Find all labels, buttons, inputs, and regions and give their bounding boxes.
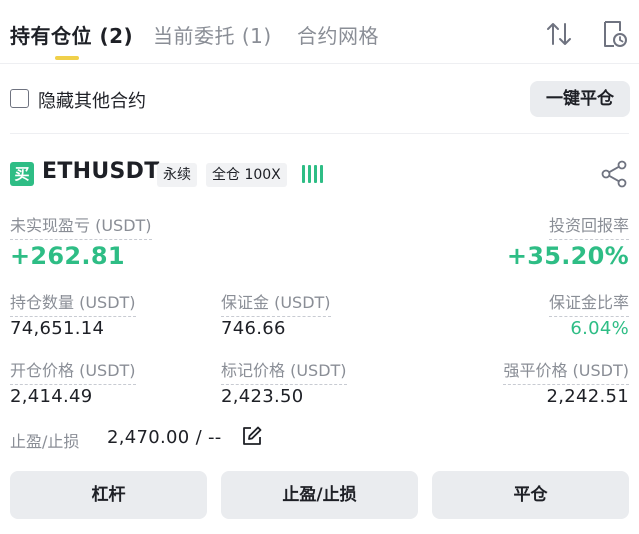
tpsl-label: 止盈/止损 [10, 432, 80, 451]
entry-price-label[interactable]: 开仓价格 (USDT) [10, 357, 136, 385]
divider [10, 133, 629, 134]
position-size-value: 74,651.14 [10, 318, 105, 339]
position-card-header: 买 ETHUSDT 永续 全仓 100X [0, 158, 639, 190]
position-tabs: 持有仓位 (2) 当前委托 (1) 合约网格 [0, 0, 639, 64]
document-clock-icon[interactable] [598, 18, 630, 50]
position-size-label[interactable]: 持仓数量 (USDT) [10, 289, 136, 317]
close-position-button[interactable]: 平仓 [432, 471, 629, 519]
unrealized-pnl-label[interactable]: 未实现盈亏 (USDT) [10, 212, 152, 240]
margin-ratio-value: 6.04% [570, 318, 629, 339]
hide-others-checkbox[interactable] [10, 89, 29, 108]
tab-grid[interactable]: 合约网格 [297, 20, 379, 49]
filter-row: 隐藏其他合约 一键平仓 [0, 64, 639, 134]
unrealized-pnl-value: +262.81 [10, 242, 125, 270]
edit-icon[interactable] [241, 425, 263, 447]
roi-value: +35.20% [506, 242, 629, 270]
liq-price-value: 2,242.51 [546, 386, 629, 407]
leverage-button[interactable]: 杠杆 [10, 471, 207, 519]
liq-price-label[interactable]: 强平价格 (USDT) [503, 357, 629, 385]
share-icon[interactable] [598, 158, 630, 190]
margin-mode-tag[interactable]: 全仓 100X [206, 163, 287, 187]
mark-price-value: 2,423.50 [221, 386, 304, 407]
margin-value: 746.66 [221, 318, 286, 339]
sort-arrows-icon[interactable] [543, 18, 575, 50]
side-badge: 买 [10, 162, 34, 186]
tab-open-orders[interactable]: 当前委托 (1) [153, 20, 272, 49]
margin-ratio-label[interactable]: 保证金比率 [548, 289, 629, 317]
tpsl-button[interactable]: 止盈/止损 [221, 471, 418, 519]
margin-label[interactable]: 保证金 (USDT) [221, 289, 331, 317]
tab-positions[interactable]: 持有仓位 (2) [10, 20, 133, 49]
tpsl-value: 2,470.00 / -- [107, 427, 222, 448]
close-all-button[interactable]: 一键平仓 [530, 81, 630, 117]
roi-label[interactable]: 投资回报率 [548, 212, 629, 240]
hide-others-label[interactable]: 隐藏其他合约 [38, 87, 146, 113]
entry-price-value: 2,414.49 [10, 386, 93, 407]
active-tab-indicator [55, 56, 79, 60]
mark-price-label[interactable]: 标记价格 (USDT) [221, 357, 347, 385]
position-symbol[interactable]: ETHUSDT [42, 159, 160, 184]
contract-type-tag: 永续 [157, 163, 197, 187]
adl-indicator-icon[interactable] [302, 165, 324, 183]
